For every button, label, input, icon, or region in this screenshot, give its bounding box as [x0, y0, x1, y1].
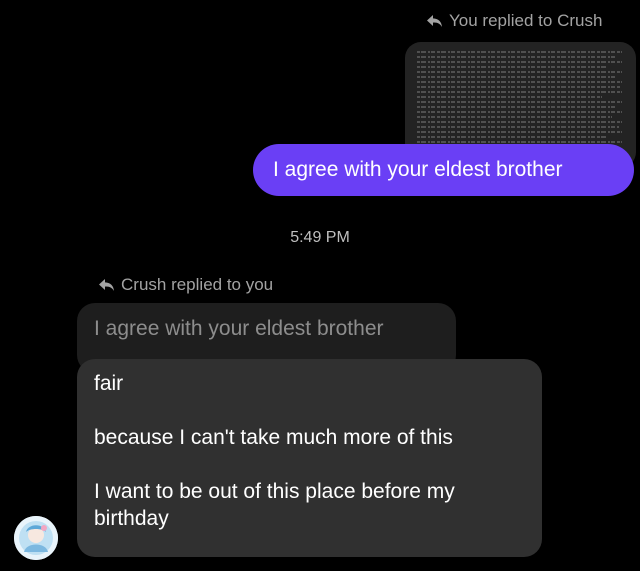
sent-message-bubble[interactable]: I agree with your eldest brother	[253, 144, 634, 196]
crush-replied-label: Crush replied to you	[98, 275, 273, 295]
reply-arrow-icon	[99, 279, 114, 291]
timestamp: 5:49 PM	[290, 229, 350, 246]
received-message-line: fair	[94, 372, 124, 395]
sent-message-text: I agree with your eldest brother	[273, 158, 563, 181]
reply-arrow-icon	[427, 15, 442, 27]
you-replied-label: You replied to Crush	[426, 11, 602, 31]
received-message-line: because I can't take much more of this	[94, 426, 453, 449]
crush-replied-text: Crush replied to you	[121, 275, 274, 294]
quoted-message-text: I agree with your eldest brother	[94, 317, 384, 340]
received-message-bubble[interactable]: fair because I can't take much more of t…	[77, 359, 542, 557]
avatar[interactable]	[14, 516, 58, 560]
received-message-line: I want to be out of this place before my…	[94, 480, 461, 530]
avatar-image	[14, 516, 58, 560]
you-replied-text: You replied to Crush	[449, 11, 603, 30]
